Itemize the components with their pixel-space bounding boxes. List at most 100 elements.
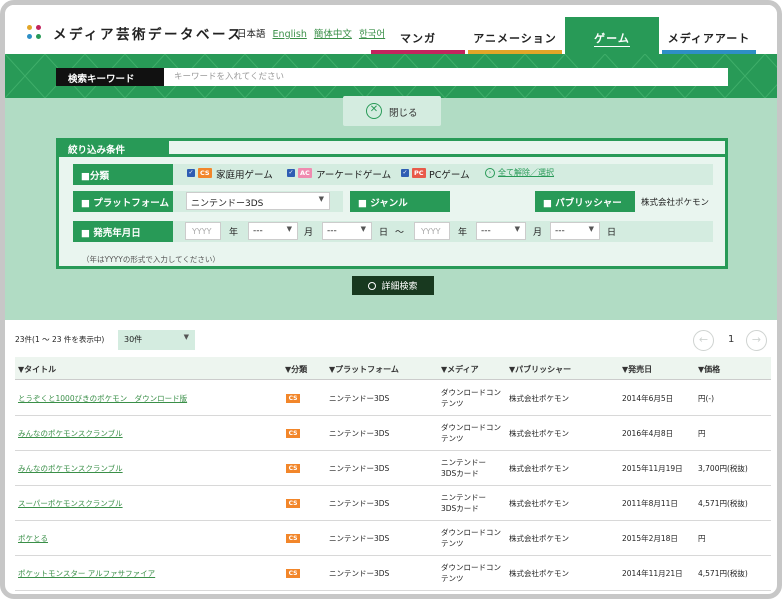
lang-japanese: 日本語 [237,29,266,40]
row-media-line1: ニンテンドー [441,458,486,467]
genre-label: ■ ジャンル [350,191,450,212]
row-price: 3,700円(税抜) [698,464,748,473]
row-platform: ニンテンドー3DS [329,569,390,578]
checkbox-cs[interactable]: ✓ [187,169,195,177]
checkbox-ac[interactable]: ✓ [287,169,295,177]
close-icon: ✕ [366,103,382,119]
table-row: みんなのポケモンスクランブル CS ニンテンドー3DS ダウンロードコン テンツ… [15,416,771,451]
row-media-line1: ダウンロードコン [441,528,501,537]
category-badge: CS [286,464,300,473]
per-page-select[interactable]: 30件 ▼ [118,330,195,350]
table-row: ポケットモンスター アルファサファイア CS ニンテンドー3DS ダウンロードコ… [15,556,771,591]
current-page[interactable]: 1 [728,334,734,345]
lang-chinese[interactable]: 簡体中文 [314,29,352,40]
row-media-line2: 3DSカード [441,504,479,513]
chevron-down-icon: ▼ [286,225,292,233]
checkbox-pc[interactable]: ✓ [401,169,409,177]
to-day-select[interactable]: --- ▼ [550,222,600,240]
detail-search-button[interactable]: 詳細検索 [352,276,434,295]
row-title-link[interactable]: ポケとる [18,534,48,544]
col-publisher[interactable]: ▼パブリッシャー [509,364,571,375]
category-ac-label[interactable]: アーケードゲーム [316,167,391,181]
search-icon [368,282,377,290]
chevron-down-icon: ▼ [318,195,324,203]
row-release-date: 2011年8月11日 [622,499,678,508]
prev-page-button[interactable]: ← [693,330,714,351]
tab-animation[interactable]: アニメーション [468,17,562,54]
row-release-date: 2015年11月19日 [622,464,683,473]
platform-value: ニンテンドー3DS [191,199,264,209]
tag-cs: CS [198,168,212,178]
unit-month: 月 [533,228,543,238]
category-badge: CS [286,499,300,508]
tab-game[interactable]: ゲーム [565,17,659,54]
release-date-label: ■ 発売年月日 [73,221,173,242]
keyword-band: 検索キーワード [5,54,777,98]
keyword-input[interactable] [164,68,728,86]
row-media-line2: テンツ [441,434,464,443]
platform-select[interactable]: ニンテンドー3DS ▼ [186,192,330,210]
col-platform[interactable]: ▼プラットフォーム [329,364,399,375]
lang-english[interactable]: English [273,29,307,40]
range-separator: 〜 [395,228,405,238]
col-title[interactable]: ▼タイトル [18,364,56,375]
col-release-date[interactable]: ▼発売日 [622,364,652,375]
tab-manga[interactable]: マンガ [371,17,465,54]
from-year-input[interactable]: YYYY [185,222,221,240]
to-month-select[interactable]: --- ▼ [476,222,526,240]
filter-area: ✕ 閉じる 絞り込み条件 ■分類 ✓ CS 家庭用ゲーム ✓ AC アーケードゲ… [5,96,777,320]
select-all-link[interactable]: 全て解除／選択 [498,167,554,178]
filter-box: 絞り込み条件 ■分類 ✓ CS 家庭用ゲーム ✓ AC アーケードゲーム ✓ P… [56,138,728,269]
platform-label: ■ プラットフォーム [73,191,173,212]
publisher-cell[interactable]: 株式会社ポケモン [635,191,713,212]
from-month-select[interactable]: --- ▼ [248,222,298,240]
row-platform: ニンテンドー3DS [329,429,390,438]
category-cs-label[interactable]: 家庭用ゲーム [216,167,273,181]
row-publisher: 株式会社ポケモン [509,499,569,508]
col-category[interactable]: ▼分類 [285,364,307,375]
date-format-note: （年はYYYYの形式で入力してください） [82,255,220,264]
to-year-input[interactable]: YYYY [414,222,450,240]
site-header: メディア芸術データベース 日本語 English 簡体中文 한국어 マンガ アニ… [5,5,777,54]
unit-year: 年 [229,228,239,238]
category-pc-label[interactable]: PCゲーム [429,167,470,181]
close-filter-button[interactable]: ✕ 閉じる [343,96,441,126]
row-price: 円 [698,534,706,543]
arrow-circle-icon: › [485,168,495,178]
filter-title: 絞り込み条件 [59,141,169,157]
table-header: ▼タイトル ▼分類 ▼プラットフォーム ▼メディア ▼パブリッシャー ▼発売日 … [15,357,771,380]
category-badge: CS [286,534,300,543]
row-title-link[interactable]: みんなのポケモンスクランブル [18,429,123,439]
row-price: 円(-) [698,394,715,403]
chevron-down-icon: ▼ [360,225,366,233]
row-release-date: 2014年11月21日 [622,569,683,578]
col-media[interactable]: ▼メディア [441,364,479,375]
row-title-link[interactable]: みんなのポケモンスクランブル [18,464,123,474]
table-row: ポケとる CS ニンテンドー3DS ダウンロードコン テンツ 株式会社ポケモン … [15,521,771,556]
release-date-inputs: YYYY 年 --- ▼ 月 --- ▼ 日 〜 YYYY 年 --- ▼ 月 ---… [173,221,713,242]
category-options: ✓ CS 家庭用ゲーム ✓ AC アーケードゲーム ✓ PC PCゲーム › 全… [173,164,713,185]
row-platform: ニンテンドー3DS [329,499,390,508]
close-label: 閉じる [389,108,418,119]
tab-media-art[interactable]: メディアアート [662,17,756,54]
from-day-select[interactable]: --- ▼ [322,222,372,240]
to-day-value: --- [555,226,565,236]
row-title-link[interactable]: とうぞくと1000びきのポケモン ダウンロード版 [18,394,187,404]
language-switcher: 日本語 English 簡体中文 한국어 [237,26,389,40]
category-badge: CS [286,394,300,403]
publisher-value: 株式会社ポケモン [641,198,710,208]
result-count: 23件(1 〜 23 件を表示中) [15,335,105,344]
chevron-down-icon: ▼ [588,225,594,233]
row-price: 4,571円(税抜) [698,569,748,578]
next-page-button[interactable]: → [746,330,767,351]
to-month-value: --- [481,226,491,236]
row-release-date: 2014年6月5日 [622,394,674,403]
row-release-date: 2015年2月18日 [622,534,678,543]
genre-cell[interactable] [450,191,528,212]
row-title-link[interactable]: スーパーポケモンスクランブル [18,499,123,509]
col-price[interactable]: ▼価格 [698,364,720,375]
row-platform: ニンテンドー3DS [329,534,390,543]
table-row: スーパーポケモンスクランブル CS ニンテンドー3DS ニンテンドー 3DSカー… [15,486,771,521]
site-title[interactable]: メディア芸術データベース [53,23,243,43]
row-title-link[interactable]: ポケットモンスター アルファサファイア [18,569,155,579]
